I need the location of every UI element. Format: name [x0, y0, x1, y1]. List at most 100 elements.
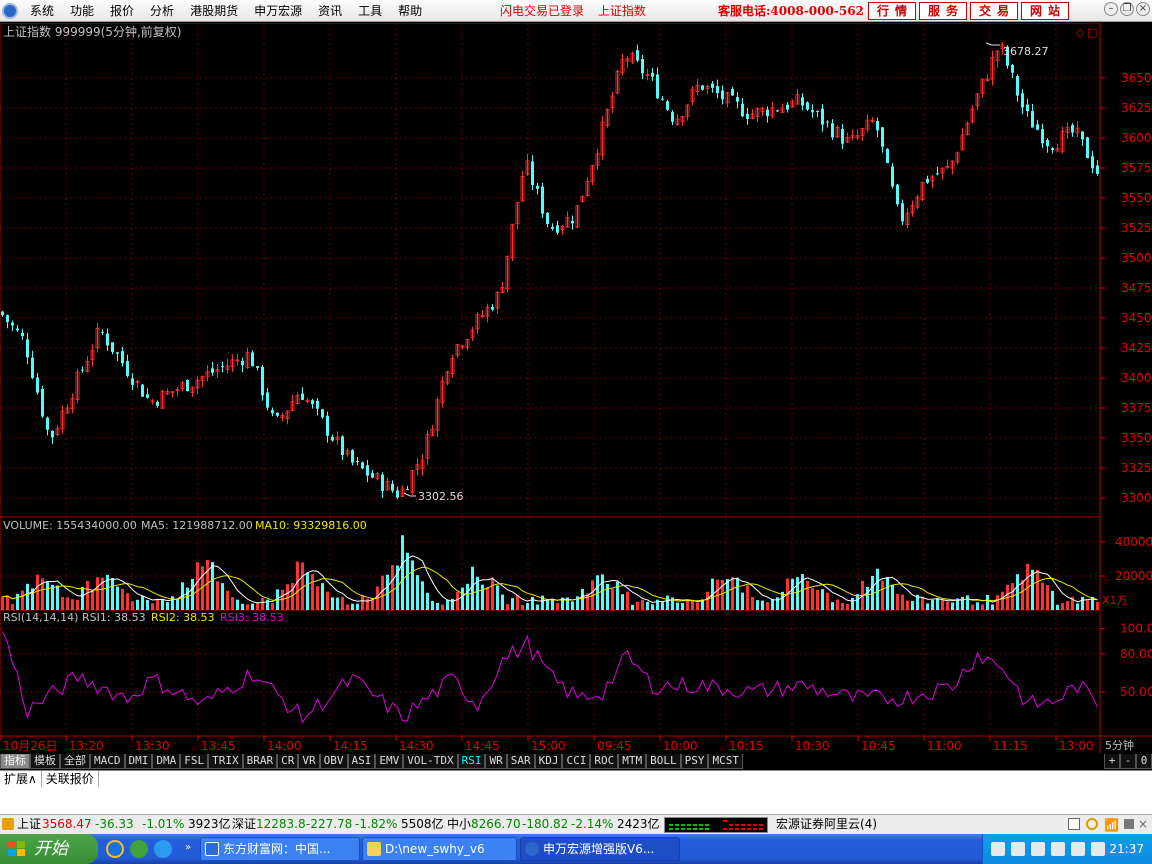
menu-help[interactable]: 帮助 [390, 0, 430, 22]
add-pane-button[interactable]: + [1104, 754, 1120, 769]
volume-bar [51, 584, 54, 610]
period-label[interactable]: 5分钟 [1105, 738, 1134, 752]
candle-body [541, 186, 544, 214]
candle-body [731, 88, 734, 96]
status-alert-icon[interactable] [1086, 818, 1098, 830]
status-lock-icon[interactable] [1124, 819, 1134, 829]
kline-chart-area[interactable]: 上证指数 999999(5分钟,前复权) ◇ □ 3300 3325 3350 337… [0, 23, 1152, 753]
tab-mcst[interactable]: MCST [708, 754, 743, 769]
status-close-icon[interactable]: × [1138, 815, 1148, 834]
signal-icon[interactable]: 📶 [1104, 816, 1119, 835]
tab-sar[interactable]: SAR [506, 754, 535, 769]
service-button[interactable]: 服务 [919, 2, 967, 20]
tab-fsl[interactable]: FSL [180, 754, 209, 769]
tab-cr[interactable]: CR [277, 754, 299, 769]
chart-maximize-icon[interactable]: □ [1087, 26, 1097, 39]
tab-dma[interactable]: DMA [152, 754, 181, 769]
tab-vol-tdx[interactable]: VOL-TDX [403, 754, 458, 769]
tab-all[interactable]: 全部 [60, 754, 90, 769]
flash-trade-status[interactable]: 闪电交易已登录 [500, 4, 584, 18]
close-icon[interactable]: × [1136, 2, 1150, 16]
tray-monitor-icon[interactable] [1031, 842, 1045, 856]
market-button[interactable]: 行情 [868, 2, 916, 20]
price-tick-label: 3450 [1121, 311, 1152, 325]
start-button[interactable]: 开始 [0, 834, 98, 864]
time-tick-label: 11:15 [993, 739, 1028, 753]
volume-bar [946, 601, 949, 610]
volume-bar [111, 577, 114, 610]
ie-icon[interactable] [106, 840, 124, 858]
status-folder-icon[interactable] [2, 818, 14, 830]
tab-mtm[interactable]: MTM [618, 754, 647, 769]
tab-kdj[interactable]: KDJ [534, 754, 563, 769]
tab-template[interactable]: 模板 [30, 754, 60, 769]
candle-body [271, 409, 274, 414]
zx-value: 8266.70 [471, 817, 521, 831]
rsi2-value: RSI2: 38.53 [151, 611, 215, 624]
tab-wr[interactable]: WR [485, 754, 507, 769]
volume-bar [686, 599, 689, 610]
chart-options-icon[interactable]: ◇ [1076, 26, 1085, 39]
tab-obv[interactable]: OBV [319, 754, 348, 769]
tray-network-icon[interactable] [991, 842, 1005, 856]
tab-psy[interactable]: PSY [680, 754, 709, 769]
tab-brar[interactable]: BRAR [242, 754, 278, 769]
tab-expand[interactable]: 扩展∧ [0, 771, 42, 787]
menu-tools[interactable]: 工具 [350, 0, 390, 22]
menu-system[interactable]: 系统 [22, 0, 62, 22]
menu-hk-futures[interactable]: 港股期货 [182, 0, 246, 22]
remove-pane-button[interactable]: - [1120, 754, 1136, 769]
tray-language-icon[interactable] [1091, 842, 1105, 856]
tab-related-quotes[interactable]: 关联报价 [42, 771, 99, 787]
taskbar-window-eastmoney[interactable]: 东方财富网：中国... [200, 837, 360, 861]
candle-body [261, 366, 264, 396]
tab-roc[interactable]: ROC [590, 754, 619, 769]
tab-indicator[interactable]: 指标 [0, 754, 30, 769]
zx-change: -180.82 [522, 817, 569, 831]
volume-bar [876, 568, 879, 610]
volume-bar [306, 572, 309, 610]
reset-pane-button[interactable]: 0 [1136, 754, 1152, 769]
trade-button[interactable]: 交易 [970, 2, 1018, 20]
desktop-icon[interactable] [130, 840, 148, 858]
volume-bar [646, 601, 649, 610]
tab-macd[interactable]: MACD [90, 754, 125, 769]
quick-launch-more-icon[interactable]: » [185, 842, 191, 853]
tab-vr[interactable]: VR [298, 754, 320, 769]
volume-bar [351, 603, 354, 610]
restore-icon[interactable]: ❐ [1120, 2, 1134, 16]
menu-analysis[interactable]: 分析 [142, 0, 182, 22]
volume-tick-label: 20000 [1115, 569, 1152, 583]
volume-bar [666, 595, 669, 610]
taskbar-window-swhy[interactable]: 申万宏源增强版V6... [520, 837, 680, 861]
server-name[interactable]: 宏源证券阿里云(4) [776, 815, 877, 834]
menu-function[interactable]: 功能 [62, 0, 102, 22]
tab-cci[interactable]: CCI [562, 754, 591, 769]
taskbar-window-folder[interactable]: D:\new_swhy_v6 [362, 837, 517, 861]
tab-emv[interactable]: EMV [375, 754, 404, 769]
tray-help-icon[interactable] [1011, 842, 1025, 856]
browser-icon[interactable] [154, 840, 172, 858]
volume-bar [431, 600, 434, 610]
candle-body [211, 368, 214, 373]
tab-trix[interactable]: TRIX [208, 754, 243, 769]
price-tick-label: 3600 [1121, 131, 1152, 145]
tray-shield-icon[interactable] [1071, 842, 1085, 856]
menu-swhy[interactable]: 申万宏源 [246, 0, 310, 22]
status-window-icon[interactable] [1068, 818, 1080, 830]
tab-dmi[interactable]: DMI [124, 754, 153, 769]
volume-bar [936, 598, 939, 610]
menu-quote[interactable]: 报价 [102, 0, 142, 22]
time-tick-label: 10:15 [729, 739, 764, 753]
volume-bar [551, 599, 554, 610]
minimize-icon[interactable]: – [1104, 2, 1118, 16]
menu-news[interactable]: 资讯 [310, 0, 350, 22]
volume-bar [621, 594, 624, 610]
volume-ma5-line [2, 555, 1098, 604]
tab-rsi[interactable]: RSI [457, 754, 486, 769]
tray-volume-icon[interactable] [1051, 842, 1065, 856]
tab-boll[interactable]: BOLL [646, 754, 681, 769]
website-button[interactable]: 网站 [1021, 2, 1069, 20]
breadth-bars-icon [669, 820, 763, 830]
tab-asi[interactable]: ASI [347, 754, 376, 769]
